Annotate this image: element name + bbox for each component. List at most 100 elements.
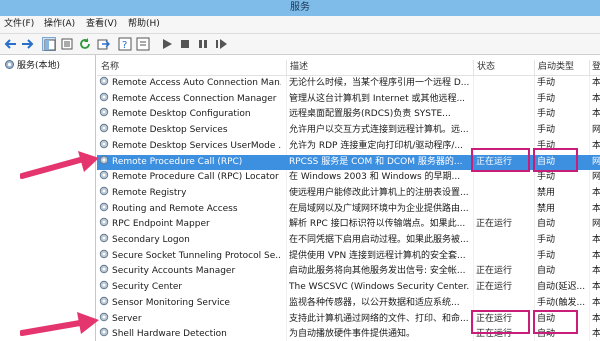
list-view-icon[interactable] (60, 37, 74, 51)
service-logon: 本 (592, 329, 600, 340)
service-logon: 网 (592, 156, 600, 167)
forward-arrow-icon[interactable] (20, 37, 34, 51)
service-name: Server (112, 313, 142, 324)
gear-icon (99, 264, 109, 274)
service-name: Remote Desktop Services (112, 125, 228, 136)
back-arrow-icon[interactable] (4, 37, 18, 51)
gear-icon (99, 170, 109, 180)
menu-view[interactable]: 查看(V) (86, 16, 117, 33)
table-row[interactable]: Remote Access Connection Manager 管理从这台计算机… (97, 92, 600, 108)
menu-file[interactable]: 文件(F) (4, 16, 34, 33)
service-name-cell: RPC Endpoint Mapper (99, 217, 281, 233)
table-row[interactable]: Remote Desktop Services 允许用户以交互方式连接到远程计算机… (97, 123, 600, 139)
annotation-highlight-box (471, 148, 530, 172)
service-description: 在不同凭据下启用启动过程。如果此服务被... (289, 235, 469, 245)
service-logon: 网 (592, 172, 600, 183)
table-row[interactable]: Remote Registry 使远程用户能修改此计算机上的注册表设置... 禁用 本 (97, 186, 600, 202)
service-name-cell: Server (99, 312, 281, 328)
service-name: Secure Socket Tunneling Protocol Se... (112, 250, 281, 261)
table-row[interactable]: Security Center The WSCSVC (Windows Secur… (97, 280, 600, 296)
gear-icon (99, 249, 109, 259)
console-tree-icon[interactable] (42, 37, 56, 51)
table-row[interactable]: Routing and Remote Access 在局域网以及广域网环境中为企业… (97, 202, 600, 218)
service-startup-type: 手动 (537, 125, 556, 136)
annotation-highlight-box (471, 310, 530, 334)
service-logon: 本 (592, 78, 600, 88)
service-name: RPC Endpoint Mapper (112, 219, 210, 230)
menu-action[interactable]: 操作(A) (44, 16, 75, 33)
gear-icon (99, 233, 109, 243)
service-name-cell: Remote Access Auto Connection Man... (99, 76, 281, 92)
service-name-cell: Routing and Remote Access (99, 202, 281, 218)
column-header-name[interactable]: 名称 (101, 60, 119, 75)
service-startup-type: 手动 (537, 93, 556, 104)
annotation-highlight-box (533, 148, 578, 172)
service-startup-type: 手动 (537, 172, 556, 183)
table-row[interactable]: Security Accounts Manager 启动此服务将向其他服务发出信号… (97, 264, 600, 280)
column-header-status[interactable]: 状态 (477, 60, 495, 75)
table-row[interactable]: Remote Access Auto Connection Man... 无论什么… (97, 76, 600, 92)
service-logon: 本 (592, 266, 600, 277)
service-logon: 本 (592, 235, 600, 245)
gear-icon (4, 59, 15, 70)
table-row[interactable]: Remote Desktop Configuration 远程桌面配置服务(RDC… (97, 107, 600, 123)
restart-icon[interactable] (214, 37, 228, 51)
table-row[interactable]: Remote Procedure Call (RPC) Locator 在 Win… (97, 170, 600, 186)
service-logon: 本 (592, 93, 600, 104)
gear-icon (99, 280, 109, 290)
gear-icon (99, 139, 109, 149)
service-name: Shell Hardware Detection (112, 329, 227, 340)
tree-node-local-services[interactable]: 服务(本地) (4, 59, 60, 73)
tree-node-label: 服务(本地) (17, 61, 61, 71)
service-description: 管理从这台计算机到 Internet 或其他远程... (289, 93, 466, 104)
service-name-cell: Remote Desktop Configuration (99, 107, 281, 123)
play-icon[interactable] (160, 37, 174, 51)
title-bar: 服务 (0, 0, 600, 16)
column-header-startup-type[interactable]: 启动类型 (538, 60, 574, 75)
service-startup-type: 手动 (537, 109, 556, 120)
gear-icon (99, 202, 109, 212)
service-name-cell: Remote Registry (99, 186, 281, 202)
service-name: Remote Access Auto Connection Man... (112, 78, 281, 88)
header-divider[interactable] (473, 60, 474, 75)
service-logon: 网 (592, 219, 600, 230)
gear-icon (99, 296, 109, 306)
service-name: Secondary Logon (112, 235, 190, 245)
help-icon[interactable]: ? (118, 37, 132, 51)
service-description: The WSCSVC (Windows Security Center... (289, 282, 469, 293)
refresh-icon[interactable] (78, 37, 92, 51)
service-logon: 本 (592, 250, 600, 261)
service-description: 允许为 RDP 连接重定向打印机/驱动程序/... (289, 140, 463, 151)
service-description: 无论什么时候，当某个程序引用一个远程 D... (289, 78, 469, 88)
table-row[interactable]: Secondary Logon 在不同凭据下启用启动过程。如果此服务被... 手动 本 (97, 233, 600, 249)
service-description: 为自动播放硬件事件提供通知。 (289, 329, 416, 340)
column-header-description[interactable]: 描述 (290, 60, 308, 75)
export-icon[interactable] (96, 37, 110, 51)
pause-icon[interactable] (196, 37, 210, 51)
service-startup-type: 禁用 (537, 203, 556, 214)
properties-icon[interactable] (136, 37, 150, 51)
stop-icon[interactable] (178, 37, 192, 51)
toolbar: ? (0, 34, 600, 55)
service-name-cell: Remote Desktop Services (99, 123, 281, 139)
header-divider[interactable] (534, 60, 535, 75)
header-divider[interactable] (286, 60, 287, 75)
service-description: 启动此服务将向其他服务发出信号: 安全帐... (289, 266, 466, 277)
service-logon: 本 (592, 109, 600, 120)
service-description: 监视各种传感器，以公开数据和适应系统... (289, 297, 460, 308)
service-name-cell: Remote Desktop Services UserMode ... (99, 139, 281, 155)
table-row[interactable]: RPC Endpoint Mapper 解析 RPC 接口标识符以传输端点。如果此… (97, 217, 600, 233)
table-row[interactable]: Secure Socket Tunneling Protocol Se... 提供… (97, 249, 600, 265)
service-description: 使远程用户能修改此计算机上的注册表设置... (289, 187, 469, 198)
services-list: 名称 描述 状态 启动类型 登 Remote Access Auto Conne… (97, 55, 600, 341)
service-name-cell: Remote Access Connection Manager (99, 92, 281, 108)
header-divider[interactable] (589, 60, 590, 75)
column-header-logon[interactable]: 登 (592, 60, 600, 75)
service-status: 正在运行 (476, 266, 513, 277)
service-logon: 本 (592, 203, 600, 214)
service-startup-type: 手动 (537, 235, 556, 245)
service-description: 允许用户以交互方式连接到远程计算机。远... (289, 125, 469, 136)
service-description: 远程桌面配置服务(RDCS)负责 SYSTE... (289, 109, 451, 120)
gear-icon (99, 186, 109, 196)
menu-help[interactable]: 帮助(H) (128, 16, 160, 33)
